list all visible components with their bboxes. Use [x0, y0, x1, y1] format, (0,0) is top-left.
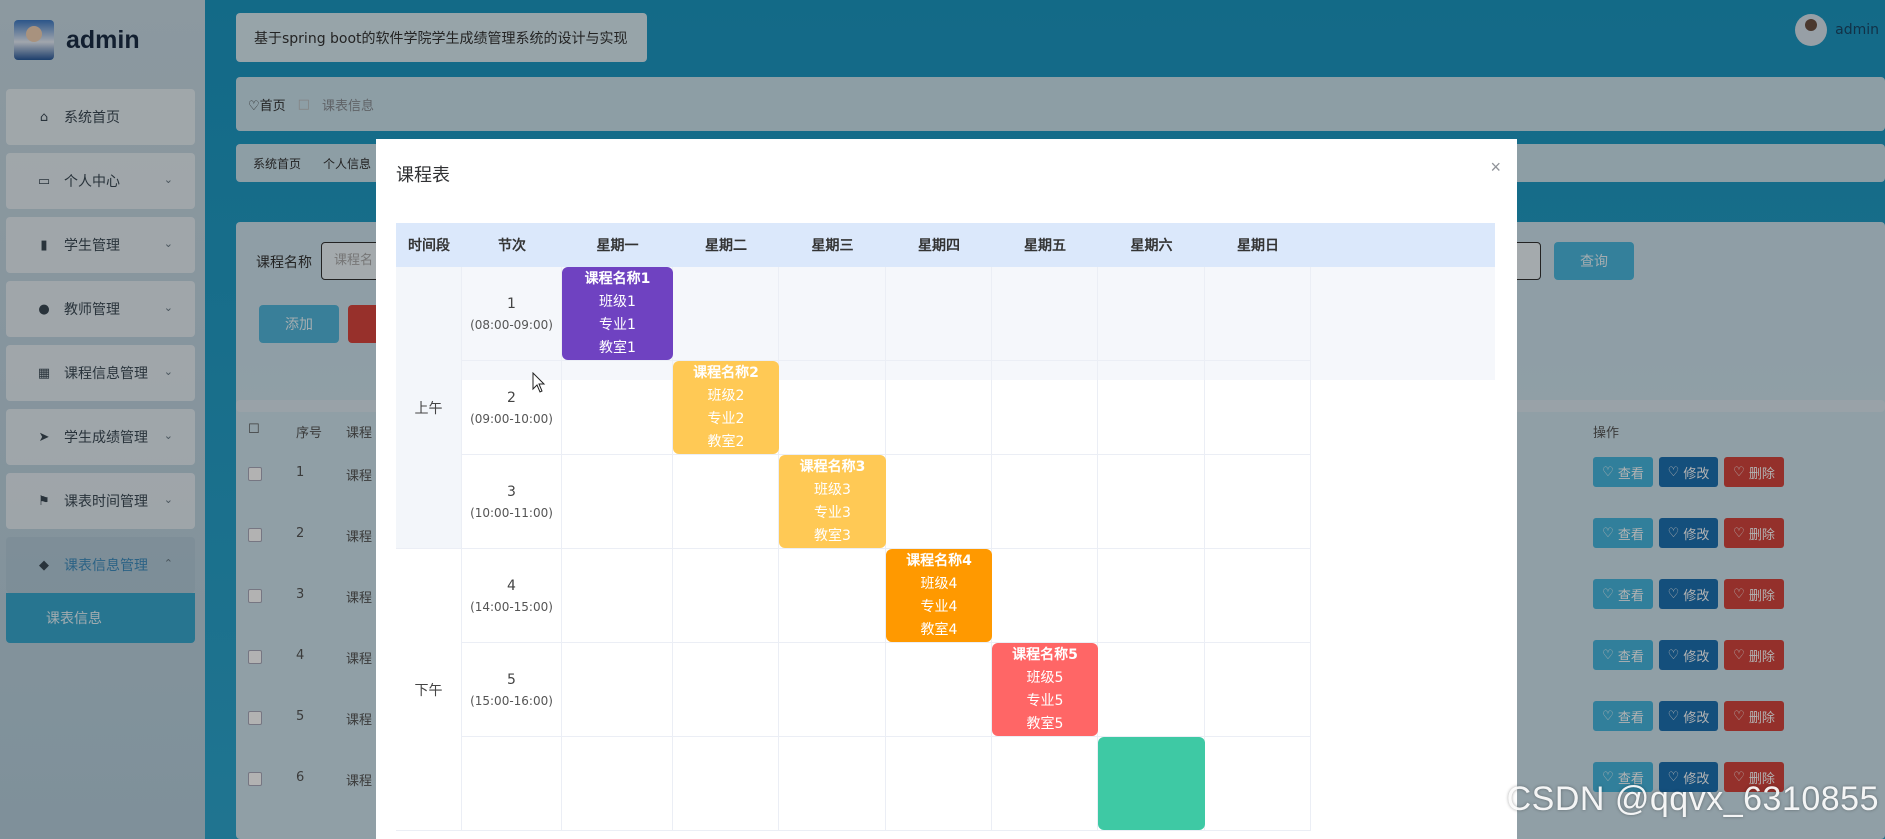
timetable-grid: 时间段 节次 星期一 星期二 星期三 星期四 星期五 星期六 星期日 上午 下午 1 (08:00-0… [396, 223, 1495, 839]
grid-cell[interactable] [992, 267, 1098, 361]
course-major: 专业5 [1026, 692, 1064, 709]
slot-1: 1 (08:00-09:00) [462, 267, 562, 361]
header-7: 星期五 [1024, 238, 1066, 254]
slot-time: (14:00-15:00) [470, 599, 553, 614]
slot-time: (10:00-11:00) [470, 505, 553, 520]
timetable-dialog: 课程表 × 时间段 节次 星期一 星期二 星期三 星期四 星期五 星期六 星期日 上午 下午 1 (0… [376, 139, 1517, 839]
header-6: 星期四 [918, 238, 960, 254]
slot-time: (09:00-10:00) [470, 411, 553, 426]
grid-cell[interactable] [992, 361, 1098, 455]
course-major: 专业1 [599, 316, 636, 333]
grid-cell[interactable] [886, 455, 992, 549]
course-card[interactable] [1098, 737, 1205, 830]
slot-5: 5 (15:00-16:00) [462, 643, 562, 737]
course-name: 课程名称4 [906, 552, 972, 569]
course-room: 教室3 [814, 527, 851, 544]
grid-cell[interactable] [779, 267, 886, 361]
course-class: 班级1 [599, 293, 636, 310]
grid-cell[interactable] [779, 361, 886, 455]
slot-number: 1 [507, 295, 516, 312]
grid-cell[interactable] [1098, 549, 1205, 643]
grid-cell[interactable] [673, 643, 779, 737]
grid-cell[interactable] [1098, 643, 1205, 737]
course-room: 教室1 [599, 339, 636, 356]
grid-cell[interactable] [562, 549, 673, 643]
course-card[interactable]: 课程名称4 班级4 专业4 教室4 [886, 549, 992, 642]
grid-cell[interactable] [779, 737, 886, 831]
grid-cell[interactable] [1098, 455, 1205, 549]
grid-cell[interactable] [886, 361, 992, 455]
course-class: 班级2 [707, 387, 745, 404]
grid-cell[interactable] [562, 737, 673, 831]
period-2: 下午 [396, 549, 462, 831]
slot-number: 2 [507, 389, 516, 406]
course-room: 教室2 [707, 433, 745, 450]
grid-cell[interactable] [1205, 267, 1311, 361]
header-9: 星期日 [1237, 238, 1279, 254]
grid-cell[interactable] [562, 643, 673, 737]
course-name: 课程名称1 [584, 270, 651, 287]
grid-cell[interactable] [673, 267, 779, 361]
course-card[interactable]: 课程名称3 班级3 专业3 教室3 [779, 455, 886, 548]
grid-cell[interactable] [886, 643, 992, 737]
course-card[interactable]: 课程名称5 班级5 专业5 教室5 [992, 643, 1098, 736]
header-8: 星期六 [1130, 238, 1173, 254]
header-3: 星期一 [596, 238, 639, 254]
course-major: 专业2 [707, 410, 745, 427]
grid-cell[interactable] [1205, 455, 1311, 549]
grid-cell[interactable] [1205, 361, 1311, 455]
grid-cell[interactable] [779, 549, 886, 643]
grid-cell[interactable] [1205, 549, 1311, 643]
grid-cell[interactable] [673, 549, 779, 643]
grid-cell[interactable] [886, 737, 992, 831]
course-room: 教室5 [1026, 715, 1064, 732]
course-name: 课程名称5 [1012, 646, 1078, 663]
grid-cell[interactable] [992, 549, 1098, 643]
grid-cell[interactable] [562, 361, 673, 455]
slot-number: 5 [507, 671, 516, 688]
grid-cell[interactable] [673, 455, 779, 549]
grid-cell[interactable] [779, 643, 886, 737]
grid-cell[interactable] [886, 267, 992, 361]
course-class: 班级3 [814, 481, 851, 498]
slot-6 [462, 737, 562, 831]
course-class: 班级4 [920, 575, 958, 592]
slot-time: (15:00-16:00) [470, 693, 553, 708]
grid-cell[interactable] [1098, 267, 1205, 361]
grid-cell[interactable] [1205, 643, 1311, 737]
header-2: 节次 [498, 238, 526, 254]
timetable-header: 时间段 节次 星期一 星期二 星期三 星期四 星期五 星期六 星期日 [396, 223, 1495, 267]
slot-3: 3 (10:00-11:00) [462, 455, 562, 549]
course-room: 教室4 [920, 621, 958, 638]
course-major: 专业3 [814, 504, 851, 521]
slot-number: 3 [507, 483, 516, 500]
header-1: 时间段 [408, 238, 450, 254]
grid-cell[interactable] [992, 737, 1098, 831]
period-1: 上午 [396, 267, 462, 549]
grid-cell[interactable] [992, 455, 1098, 549]
close-icon[interactable]: × [1490, 157, 1501, 178]
grid-cell[interactable] [1205, 737, 1311, 831]
grid-cell[interactable] [562, 455, 673, 549]
watermark: CSDN @qqvx_6310855 [1506, 780, 1879, 818]
slot-time: (08:00-09:00) [470, 317, 553, 332]
header-5: 星期三 [811, 238, 854, 254]
course-name: 课程名称2 [693, 364, 759, 381]
grid-cell[interactable] [673, 737, 779, 831]
course-class: 班级5 [1026, 669, 1064, 686]
dialog-title: 课程表 [396, 165, 450, 186]
mouse-cursor-icon [532, 372, 546, 393]
slot-4: 4 (14:00-15:00) [462, 549, 562, 643]
slot-2: 2 (09:00-10:00) [462, 361, 562, 455]
course-major: 专业4 [920, 598, 958, 615]
course-card[interactable]: 课程名称1 班级1 专业1 教室1 [562, 267, 673, 360]
slot-number: 4 [507, 577, 516, 594]
course-card[interactable]: 课程名称2 班级2 专业2 教室2 [673, 361, 779, 454]
course-name: 课程名称3 [799, 458, 866, 475]
grid-cell[interactable] [1098, 361, 1205, 455]
header-4: 星期二 [705, 238, 747, 254]
